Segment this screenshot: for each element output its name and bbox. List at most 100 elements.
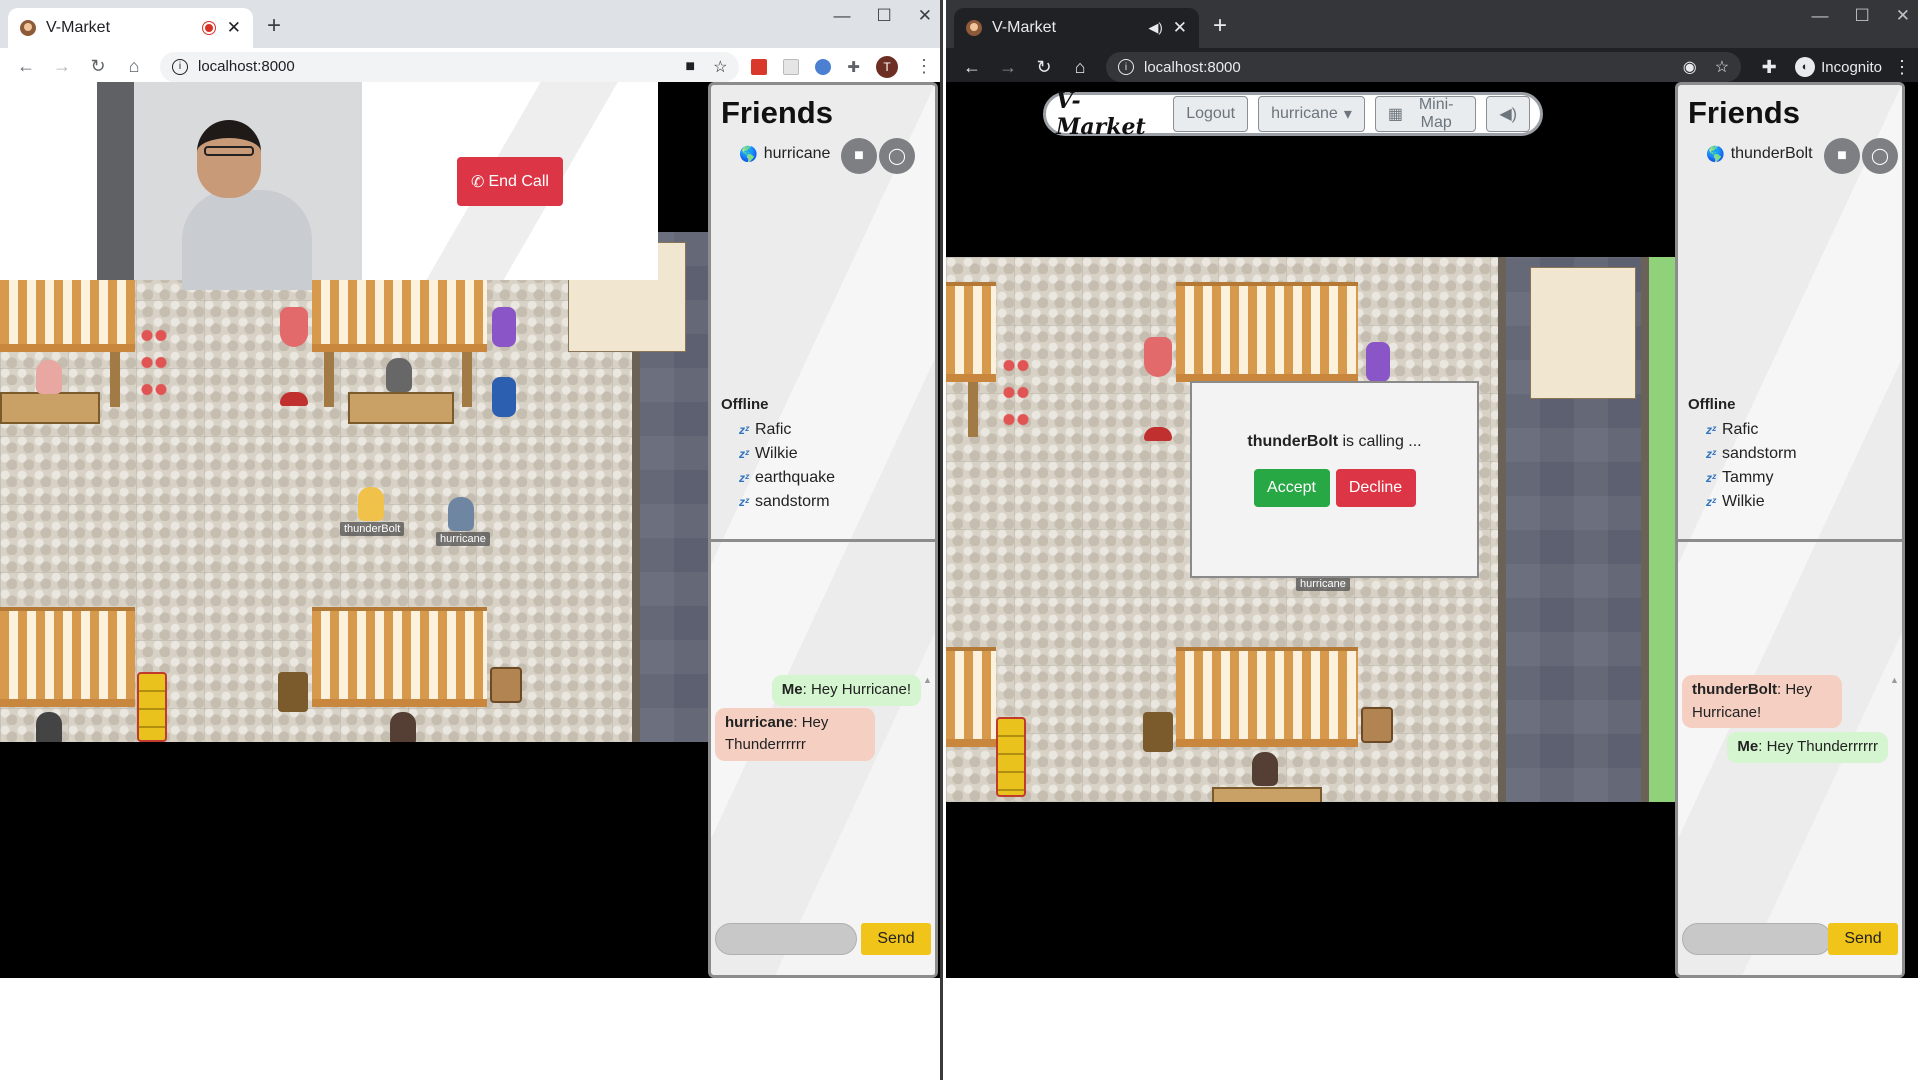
minimap-label: Mini-Map xyxy=(1418,96,1454,131)
profile-avatar[interactable]: T xyxy=(876,55,898,78)
bookmark-star-icon[interactable]: ☆ xyxy=(1715,57,1729,77)
friends-sidebar: Friends 🌎 hurricane ■ ◯ Offline zᶻ Rafic … xyxy=(708,82,938,978)
offline-friend[interactable]: zᶻ earthquake xyxy=(739,466,835,490)
reload-icon[interactable]: ↻ xyxy=(82,56,114,77)
chat-message-me: Me: Hey Hurricane! xyxy=(771,675,921,706)
chat-input[interactable] xyxy=(715,923,857,955)
chat-scrollbar[interactable]: ▲ xyxy=(1890,675,1899,925)
browser-tab[interactable]: V-Market ✕ xyxy=(8,8,253,48)
red-hat xyxy=(280,392,308,406)
video-call-button[interactable]: ■ xyxy=(1824,138,1860,174)
chat-button[interactable]: ◯ xyxy=(1862,138,1898,174)
offline-friend-name: sandstorm xyxy=(754,493,830,510)
page-viewport: thunderBolt hurricane ✆ End Call Friends xyxy=(0,82,940,978)
minimap-button[interactable]: ▦ Mini-Map xyxy=(1374,96,1477,132)
extension-grey-icon[interactable] xyxy=(783,58,800,75)
message-sender: Me xyxy=(781,681,803,698)
shop-shelf xyxy=(1530,267,1636,399)
puzzle-extensions-icon[interactable]: ✚ xyxy=(1753,57,1785,78)
back-icon[interactable]: ← xyxy=(10,56,42,77)
menu-kebab-icon[interactable]: ⋮ xyxy=(914,56,934,77)
market-map[interactable]: thunderBolt hurricane xyxy=(0,232,708,742)
forward-icon[interactable]: → xyxy=(992,57,1024,78)
offline-friend-name: Rafic xyxy=(754,421,792,438)
app-navbar: V-Market Logout hurricane ▾ ▦ Mini-Map ◀) xyxy=(1043,88,1543,140)
online-friend[interactable]: 🌎 hurricane xyxy=(739,145,830,163)
end-call-label: End Call xyxy=(488,172,549,190)
minimize-icon[interactable]: — xyxy=(834,6,851,26)
end-call-button[interactable]: ✆ End Call xyxy=(457,157,563,206)
sound-toggle-button[interactable]: ◀) xyxy=(1486,96,1530,132)
player-thunderbolt[interactable] xyxy=(358,487,384,521)
offline-friend[interactable]: zᶻ Rafic xyxy=(739,418,835,442)
offline-friend[interactable]: zᶻ Wilkie xyxy=(1706,490,1797,514)
forward-icon[interactable]: → xyxy=(46,56,78,77)
site-info-icon[interactable]: i xyxy=(1118,59,1134,75)
maximize-icon[interactable]: ☐ xyxy=(877,6,892,26)
video-call-button[interactable]: ■ xyxy=(841,138,877,174)
offline-friend[interactable]: zᶻ Tammy xyxy=(1706,466,1797,490)
v-market-favicon-icon xyxy=(966,20,982,36)
address-bar[interactable]: i localhost:8000 ■ ☆ xyxy=(160,51,740,82)
send-button[interactable]: Send xyxy=(1828,923,1898,955)
decline-button[interactable]: Decline xyxy=(1335,469,1416,507)
extension-red-icon[interactable] xyxy=(751,58,768,75)
browser-toolbar: ← → ↻ ⌂ i localhost:8000 ◉ ☆ ✚ ◐ Incogni… xyxy=(946,48,1918,86)
back-icon[interactable]: ← xyxy=(956,57,988,78)
url-text: localhost:8000 xyxy=(1144,58,1241,76)
browser-tab[interactable]: V-Market ◀) ✕ xyxy=(954,8,1199,48)
tab-audio-icon[interactable]: ◀) xyxy=(1148,20,1162,36)
video-camera-icon: ■ xyxy=(854,147,864,164)
close-window-icon[interactable]: ✕ xyxy=(918,6,932,26)
menu-kebab-icon[interactable]: ⋮ xyxy=(1892,57,1912,78)
message-sender: hurricane xyxy=(725,713,794,731)
user-dropdown-label: hurricane xyxy=(1271,105,1338,122)
offline-friend[interactable]: zᶻ sandstorm xyxy=(1706,442,1797,466)
npc-character xyxy=(36,360,62,394)
close-tab-icon[interactable]: ✕ xyxy=(227,18,241,38)
blue-dress-mannequin xyxy=(492,377,516,417)
online-friend[interactable]: 🌎 thunderBolt xyxy=(1706,145,1813,163)
home-icon[interactable]: ⌂ xyxy=(118,56,150,77)
chat-button[interactable]: ◯ xyxy=(879,138,915,174)
offline-friend[interactable]: zᶻ Wilkie xyxy=(739,442,835,466)
home-icon[interactable]: ⌂ xyxy=(1064,57,1096,78)
maximize-icon[interactable]: ☐ xyxy=(1855,6,1870,26)
bookmark-star-icon[interactable]: ☆ xyxy=(713,57,727,77)
site-info-icon[interactable]: i xyxy=(172,58,188,75)
friends-panel: Friends 🌎 thunderBolt ■ ◯ Offline zᶻ Rafi… xyxy=(1678,85,1902,542)
extensions-area: ✚ T xyxy=(751,55,898,78)
speaker-icon: ◀) xyxy=(1499,106,1517,123)
chat-scrollbar[interactable]: ▲ xyxy=(923,675,932,925)
close-tab-icon[interactable]: ✕ xyxy=(1173,18,1187,38)
close-window-icon[interactable]: ✕ xyxy=(1896,6,1910,26)
wall xyxy=(632,342,640,742)
reload-icon[interactable]: ↻ xyxy=(1028,57,1060,78)
brand-logo[interactable]: V-Market xyxy=(1056,88,1155,140)
user-dropdown[interactable]: hurricane ▾ xyxy=(1258,96,1365,132)
accept-button[interactable]: Accept xyxy=(1253,469,1330,507)
third-party-cookies-blocked-icon[interactable]: ◉ xyxy=(1683,57,1697,77)
incognito-indicator[interactable]: ◐ Incognito xyxy=(1789,57,1888,77)
address-bar[interactable]: i localhost:8000 ◉ ☆ xyxy=(1106,52,1742,82)
incognito-icon: ◐ xyxy=(1795,57,1816,77)
minimize-icon[interactable]: — xyxy=(1812,6,1829,26)
send-button[interactable]: Send xyxy=(861,923,931,955)
camera-in-use-icon[interactable]: ■ xyxy=(685,58,695,76)
logout-button[interactable]: Logout xyxy=(1173,96,1249,132)
chat-input[interactable] xyxy=(1682,923,1832,955)
offline-friend-name: earthquake xyxy=(754,469,835,486)
new-tab-icon[interactable]: + xyxy=(267,12,281,40)
page-viewport: hurricane V-Market Logout hurricane ▾ ▦ Mi… xyxy=(946,82,1918,978)
potion-items xyxy=(140,322,168,402)
page-blank-area xyxy=(0,978,940,1080)
offline-friend[interactable]: zᶻ Rafic xyxy=(1706,418,1797,442)
extension-blue-icon[interactable] xyxy=(815,58,832,75)
offline-friend[interactable]: zᶻ sandstorm xyxy=(739,490,835,514)
potion-items xyxy=(1002,352,1030,432)
new-tab-icon[interactable]: + xyxy=(1213,12,1227,40)
purple-dress-mannequin xyxy=(1366,342,1390,382)
sleep-icon: zᶻ xyxy=(739,471,749,485)
puzzle-extensions-icon[interactable]: ✚ xyxy=(847,58,860,76)
player-hurricane[interactable] xyxy=(448,497,474,531)
